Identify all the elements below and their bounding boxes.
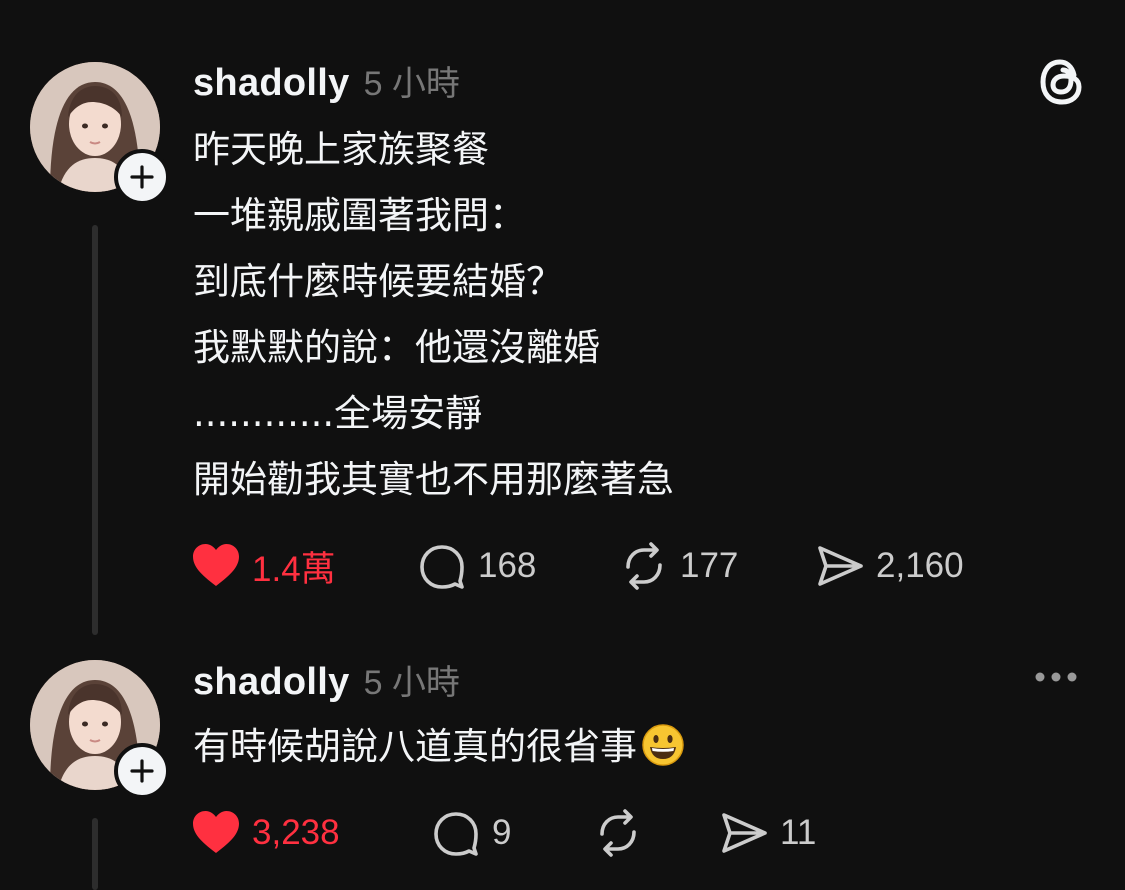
follow-button[interactable] xyxy=(114,743,170,799)
post-time: 5 小時 xyxy=(363,664,460,702)
post-header: shadolly 5 小時 xyxy=(193,655,460,704)
post-text-container: 有時候胡說八道真的很省事 xyxy=(193,714,685,780)
post-text: 有時候胡說八道真的很省事 xyxy=(193,725,637,768)
reply-count: 168 xyxy=(478,546,537,585)
like-count: 1.4萬 xyxy=(252,549,336,589)
grinning-face-emoji xyxy=(642,724,684,766)
repost-button[interactable] xyxy=(592,806,654,860)
reply-button[interactable]: 168 xyxy=(416,539,536,593)
comment-bubble-icon xyxy=(434,812,478,856)
username[interactable]: shadolly xyxy=(193,661,350,704)
repost-count: 177 xyxy=(680,546,739,585)
plus-icon xyxy=(130,165,154,189)
comment-bubble-icon xyxy=(420,545,464,589)
post-text: 昨天晚上家族聚餐 一堆親戚圍著我問： 到底什麼時候要結婚？ 我默默的說：他還沒離… xyxy=(193,128,674,501)
thread-connector-line xyxy=(92,225,98,635)
post-header: shadolly 5 小時 xyxy=(193,56,460,105)
thread-connector-line xyxy=(92,818,98,890)
send-icon xyxy=(722,813,767,853)
share-button[interactable]: 11 xyxy=(718,806,816,860)
share-count: 2,160 xyxy=(876,546,964,585)
heart-icon xyxy=(193,544,239,586)
like-count: 3,238 xyxy=(252,813,340,852)
post-time: 5 小時 xyxy=(363,65,460,103)
send-icon xyxy=(818,546,863,586)
heart-icon xyxy=(193,811,239,853)
threads-logo-icon[interactable] xyxy=(1036,54,1088,110)
like-button[interactable]: 3,238 xyxy=(190,806,340,860)
repost-icon xyxy=(626,542,662,590)
plus-icon xyxy=(130,759,154,783)
repost-icon xyxy=(600,809,636,857)
username[interactable]: shadolly xyxy=(193,62,350,105)
threads-screen: shadolly 5 小時 昨天晚上家族聚餐 一堆親戚圍著我問： 到底什麼時候要… xyxy=(0,0,1125,890)
repost-button[interactable]: 177 xyxy=(618,539,738,593)
post-actions: 3,238 9 11 xyxy=(190,806,850,860)
share-count: 11 xyxy=(780,813,817,852)
share-button[interactable]: 2,160 xyxy=(814,539,964,593)
more-options-icon[interactable] xyxy=(1032,664,1080,690)
reply-count: 9 xyxy=(492,813,512,852)
post-actions: 1.4萬 168 177 2,160 xyxy=(190,539,1010,593)
reply-button[interactable]: 9 xyxy=(430,806,511,860)
follow-button[interactable] xyxy=(114,149,170,205)
like-button[interactable]: 1.4萬 xyxy=(190,539,336,593)
